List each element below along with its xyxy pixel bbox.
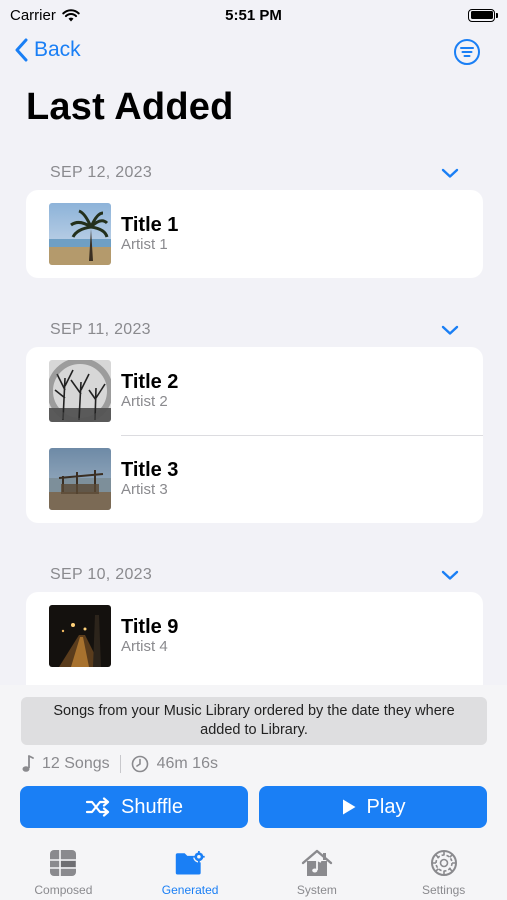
gear-folder-icon (175, 851, 205, 875)
song-artist: Artist 4 (121, 638, 168, 655)
playlist-description: Songs from your Music Library ordered by… (21, 697, 487, 745)
song-title: Title 3 (121, 459, 179, 481)
duration-label: 46m 16s (156, 755, 218, 772)
status-bar: Carrier 5:51 PM (0, 0, 507, 30)
song-artist: Artist 3 (121, 481, 168, 498)
section-header: SEP 11, 2023 (50, 320, 459, 340)
song-row[interactable]: Title 3 Artist 3 (26, 435, 483, 523)
play-button[interactable]: Play (259, 786, 487, 828)
shuffle-button[interactable]: Shuffle (20, 786, 248, 828)
duration: 46m 16s (131, 755, 218, 773)
song-row[interactable]: Title 1 Artist 1 (26, 190, 483, 278)
song-title: Title 9 (121, 616, 179, 638)
song-list-card: Title 2 Artist 2 Title 3 Artist 3 (26, 347, 483, 523)
tab-composed[interactable]: Composed (0, 845, 127, 900)
song-artist: Artist 2 (121, 393, 168, 410)
song-list-card: Title 1 Artist 1 (26, 190, 483, 278)
song-row[interactable]: Title 9 Artist 4 (26, 592, 483, 680)
tab-system-label: System (296, 883, 337, 897)
song-text: Title 1 Artist 1 (121, 214, 178, 254)
song-row[interactable]: Title 2 Artist 2 (26, 347, 483, 435)
tab-generated[interactable]: Generated (127, 845, 254, 900)
chevron-left-icon (15, 38, 28, 62)
tab-generated-label: Generated (161, 883, 219, 897)
section-date: SEP 11, 2023 (50, 321, 151, 338)
tab-settings[interactable]: Settings (380, 845, 507, 900)
house-music-icon (301, 849, 333, 876)
songs-count: 12 Songs (20, 755, 110, 773)
tab-bar: Composed Generated System Settings (0, 845, 507, 900)
gear-icon (430, 850, 457, 876)
shuffle-label: Shuffle (121, 795, 183, 818)
clock-icon (131, 755, 148, 773)
song-artist: Artist 1 (121, 236, 168, 253)
album-artwork (49, 360, 111, 422)
meta-divider (119, 755, 121, 773)
chevron-down-icon[interactable] (441, 167, 459, 179)
chevron-down-icon[interactable] (441, 569, 459, 581)
playlist-meta: 12 Songs 46m 16s (20, 753, 218, 775)
song-text: Title 2 Artist 2 (121, 371, 178, 411)
wifi-icon (62, 8, 80, 21)
album-artwork (49, 448, 111, 510)
music-note-icon (22, 755, 34, 772)
play-icon (342, 799, 356, 815)
status-left: Carrier (10, 7, 80, 24)
back-button[interactable]: Back (14, 38, 81, 62)
song-title: Title 2 (121, 371, 179, 393)
album-artwork (49, 605, 111, 667)
battery-icon (468, 8, 498, 22)
song-text: Title 3 Artist 3 (121, 459, 178, 499)
tab-settings-label: Settings (421, 883, 466, 897)
nav-bar: Back (0, 32, 507, 74)
filter-icon[interactable] (453, 38, 481, 66)
song-title: Title 1 (121, 214, 179, 236)
section-header: SEP 10, 2023 (50, 565, 459, 585)
bottom-panel: Songs from your Music Library ordered by… (0, 685, 507, 900)
chevron-down-icon[interactable] (441, 324, 459, 336)
page-title: Last Added (26, 86, 234, 128)
section-date: SEP 10, 2023 (50, 566, 153, 583)
songs-count-label: 12 Songs (42, 755, 110, 772)
play-label: Play (366, 795, 406, 818)
section-date: SEP 12, 2023 (50, 164, 153, 181)
back-label: Back (34, 38, 81, 61)
tab-composed-label: Composed (34, 883, 93, 897)
album-artwork (49, 203, 111, 265)
section-header: SEP 12, 2023 (50, 163, 459, 183)
tab-system[interactable]: System (254, 845, 381, 900)
song-text: Title 9 Artist 4 (121, 616, 178, 656)
composed-grid-icon (50, 850, 77, 876)
shuffle-icon (85, 797, 110, 817)
carrier-label: Carrier (10, 6, 56, 24)
